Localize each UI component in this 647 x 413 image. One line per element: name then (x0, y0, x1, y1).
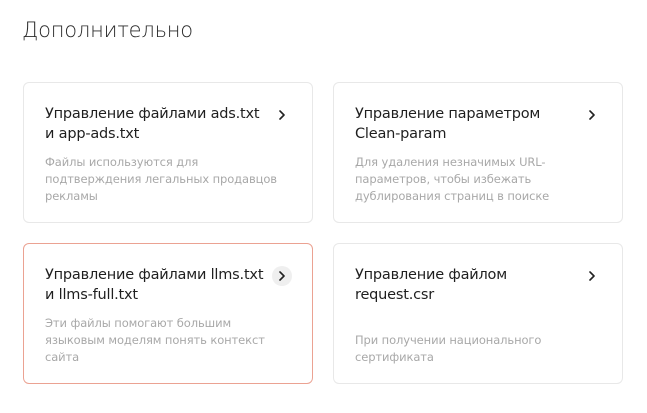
card-description-line: рекламы (45, 189, 98, 203)
additional-settings-page: Дополнительно Управление файлами ads.txt… (0, 0, 647, 413)
card-ads-txt[interactable]: Управление файлами ads.txt и app-ads.txt… (23, 82, 313, 223)
card-title-line: Управление файлом (355, 267, 507, 283)
card-llms-txt[interactable]: Управление файлами llms.txt и llms-full.… (23, 243, 313, 384)
card-description-line: параметров, чтобы избежать (355, 172, 532, 186)
card-description: Эти файлы помогают большим языковым моде… (45, 315, 295, 366)
card-title: Управление параметром Clean-param (355, 104, 585, 144)
card-description: Файлы используются для подтверждения лег… (45, 154, 295, 205)
card-title-line: и llms-full.txt (45, 287, 138, 303)
chevron-right-icon[interactable] (272, 105, 292, 125)
card-clean-param[interactable]: Управление параметром Clean-param Для уд… (333, 82, 623, 223)
card-description-line: сертификата (355, 350, 434, 364)
card-title-line: request.csr (355, 287, 435, 303)
card-description: При получении национального сертификата (355, 332, 605, 366)
card-description-line: подтверждения легальных продавцов (45, 172, 277, 186)
card-description-line: Файлы используются для (45, 155, 199, 169)
section-title: Дополнительно (22, 18, 193, 42)
chevron-right-icon[interactable] (582, 266, 602, 286)
card-title-line: Управление файлами llms.txt (45, 267, 264, 283)
card-description-line: При получении национального (355, 333, 542, 347)
card-description-line: дублирования страниц в поиске (355, 189, 550, 203)
card-description-line: языковым моделям понять контекст (45, 333, 265, 347)
card-title-line: Clean-param (355, 126, 447, 142)
card-description-line: Эти файлы помогают большим (45, 316, 232, 330)
card-title-line: Управление файлами ads.txt (45, 106, 260, 122)
card-description-line: Для удаления незначимых URL- (355, 155, 546, 169)
chevron-right-icon[interactable] (582, 105, 602, 125)
card-description: Для удаления незначимых URL- параметров,… (355, 154, 605, 205)
chevron-right-icon[interactable] (272, 266, 292, 286)
card-title: Управление файлами ads.txt и app-ads.txt (45, 104, 275, 144)
card-title: Управление файлом request.csr (355, 265, 585, 305)
card-title-line: и app-ads.txt (45, 126, 140, 142)
card-title-line: Управление параметром (355, 106, 541, 122)
card-description-line: сайта (45, 350, 80, 364)
card-title: Управление файлами llms.txt и llms-full.… (45, 265, 275, 305)
card-request-csr[interactable]: Управление файлом request.csr При получе… (333, 243, 623, 384)
